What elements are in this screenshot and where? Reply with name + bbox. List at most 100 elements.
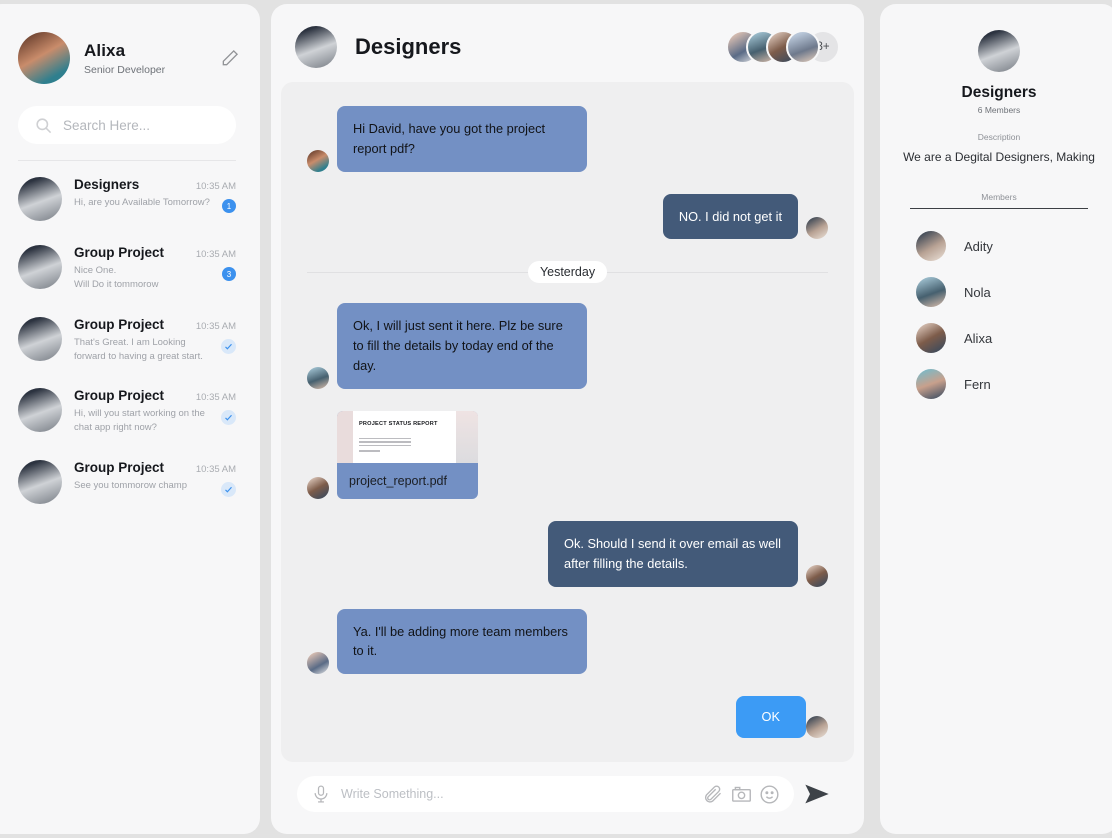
member-name: Nola — [964, 284, 991, 300]
group-description: We are a Degital Designers, Making — [903, 150, 1095, 164]
member-item[interactable]: Adity — [902, 223, 1096, 269]
read-receipt-icon — [221, 410, 236, 425]
member-item[interactable]: Fern — [902, 361, 1096, 407]
message-row-file: PROJECT STATUS REPORT project_report.pdf — [307, 410, 828, 499]
chat-title: Group Project — [74, 388, 165, 403]
smiley-icon[interactable] — [759, 784, 780, 805]
message-row: NO. I did not get it — [307, 193, 828, 240]
file-attachment[interactable]: PROJECT STATUS REPORT project_report.pdf — [337, 410, 478, 499]
avatar — [916, 277, 946, 308]
message-list: Hi David, have you got the project repor… — [281, 82, 854, 762]
chat-app: Alixa Senior Developer Designers 10:3 — [0, 0, 1112, 838]
member-item[interactable]: Nola — [902, 269, 1096, 315]
avatar — [786, 30, 820, 64]
chat-time: 10:35 AM — [195, 463, 236, 475]
chat-snippet: Hi, will you start working on the chat a… — [74, 408, 205, 434]
file-thumbnail: PROJECT STATUS REPORT — [337, 410, 478, 463]
pencil-icon[interactable] — [220, 48, 240, 68]
message-row: Ok, I will just sent it here. Plz be sur… — [307, 303, 828, 389]
chat-title: Group Project — [74, 316, 165, 332]
send-icon — [805, 784, 829, 804]
profile-text: Alixa Senior Developer — [84, 41, 220, 76]
avatar — [806, 217, 828, 240]
chat-title: Group Project — [74, 245, 165, 260]
chat-panel: Designers 3+ Hi David, have you got the … — [271, 4, 864, 834]
chat-title: Designers — [74, 177, 140, 192]
message-input[interactable] — [341, 787, 703, 801]
message-composer — [281, 762, 854, 824]
search-input[interactable] — [63, 117, 220, 133]
chat-list-item[interactable]: Group Project 10:35 AM Nice One. Will Do… — [18, 233, 246, 305]
paperclip-icon[interactable] — [703, 784, 724, 805]
group-info-panel: Designers 6 Members Description We are a… — [880, 4, 1112, 834]
chat-time: 10:35 AM — [195, 181, 236, 192]
message-bubble: Ok. Should I send it over email as well … — [548, 520, 798, 587]
members-label: Members — [981, 192, 1017, 203]
read-receipt-icon — [221, 481, 236, 497]
chat-list-item[interactable]: Group Project 10:35 AM See you tommorow … — [18, 448, 246, 516]
message-row: Ya. I'll be adding more team members to … — [307, 608, 828, 675]
microphone-icon[interactable] — [311, 784, 331, 804]
chat-list-item[interactable]: Designers 10:35 AM Hi, are you Available… — [18, 165, 246, 233]
avatar — [916, 369, 946, 400]
message-row: OK — [307, 696, 828, 739]
group-avatar-wrap — [902, 30, 1096, 72]
chat-snippet: See you tommorow champ — [74, 479, 187, 491]
conversation-title: Designers — [355, 34, 462, 59]
chat-list-item[interactable]: Group Project 10:35 AM That's Great. I a… — [18, 305, 246, 377]
profile-role: Senior Developer — [84, 63, 166, 76]
file-thumbnail-title: PROJECT STATUS REPORT — [359, 420, 438, 427]
separator-line — [307, 271, 528, 273]
message-bubble: Ya. I'll be adding more team members to … — [337, 608, 587, 675]
composer-actions — [703, 784, 780, 805]
avatar — [307, 366, 329, 389]
read-receipt-icon — [221, 338, 236, 354]
group-title: Designers — [961, 84, 1037, 101]
sidebar: Alixa Senior Developer Designers 10:3 — [0, 4, 260, 834]
avatar — [806, 564, 828, 587]
message-bubble: OK — [735, 696, 806, 739]
file-thumbnail-lines — [359, 437, 411, 454]
day-separator: Yesterday — [307, 261, 829, 284]
chat-snippet: Nice One. Will Do it tommorow — [74, 265, 159, 291]
avatar — [18, 388, 62, 432]
sidebar-divider — [18, 160, 236, 161]
message-bubble: Ok, I will just sent it here. Plz be sur… — [337, 303, 587, 389]
member-name: Fern — [964, 376, 991, 392]
chat-snippet: That's Great. I am Looking forward to ha… — [74, 336, 203, 362]
member-name: Alixa — [964, 330, 993, 346]
chat-header: Designers 3+ — [281, 14, 854, 82]
file-name: project_report.pdf — [349, 473, 447, 488]
avatar — [18, 32, 70, 84]
avatar — [916, 231, 946, 262]
composer-input-box[interactable] — [297, 776, 794, 812]
search-bar[interactable] — [18, 106, 236, 144]
avatar — [978, 30, 1020, 72]
avatar — [916, 323, 946, 354]
participant-avatar-group[interactable]: 3+ — [726, 30, 840, 64]
chat-title: Group Project — [74, 459, 165, 475]
chat-snippet: Hi, are you Available Tomorrow? — [74, 197, 210, 208]
day-separator-label: Yesterday — [527, 261, 608, 284]
avatar — [307, 476, 329, 499]
message-bubble: NO. I did not get it — [662, 193, 798, 240]
avatar — [18, 316, 62, 361]
profile-name: Alixa — [84, 40, 126, 60]
message-bubble: Hi David, have you got the project repor… — [337, 106, 587, 172]
avatar — [18, 459, 62, 504]
members-divider — [910, 208, 1088, 210]
member-name: Adity — [964, 238, 993, 254]
avatar — [307, 149, 329, 172]
chat-time: 10:35 AM — [195, 392, 236, 403]
description-label: Description — [977, 132, 1021, 142]
camera-icon[interactable] — [731, 784, 752, 805]
chat-list-item[interactable]: Group Project 10:35 AM Hi, will you star… — [18, 376, 246, 448]
avatar — [18, 177, 62, 221]
group-member-count: 6 Members — [977, 105, 1021, 115]
message-row: Hi David, have you got the project repor… — [307, 106, 828, 172]
avatar — [307, 652, 329, 675]
avatar — [806, 716, 828, 739]
unread-badge: 1 — [222, 199, 236, 213]
member-item[interactable]: Alixa — [902, 315, 1096, 361]
send-button[interactable] — [794, 780, 840, 808]
